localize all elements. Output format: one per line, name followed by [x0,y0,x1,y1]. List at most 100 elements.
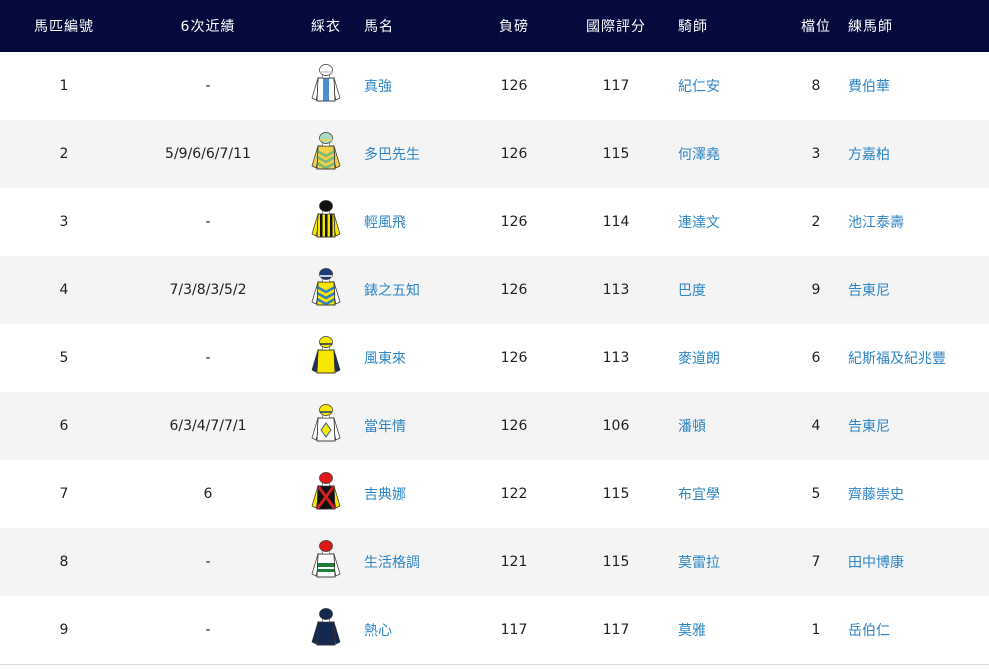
table-row: 3 - 輕風飛 126 114 連達文 2 池江泰壽 [0,188,989,256]
draw: 6 [811,350,821,366]
trainer-cell: 告東尼 [848,256,989,324]
trainer-cell: 告東尼 [848,392,989,460]
horse-name-link[interactable]: 當年情 [364,419,406,435]
trainer-link[interactable]: 田中博康 [848,555,904,571]
jockey-link[interactable]: 紀仁安 [678,79,720,95]
table-row: 5 - 風東來 126 113 麥道朗 6 紀斯福及紀兆豐 [0,324,989,392]
draw: 2 [811,214,821,230]
header-rating[interactable]: 國際評分 [554,0,678,52]
weight: 126 [500,78,528,94]
recent-form: - [205,350,211,366]
jockey-cell: 巴度 [678,256,784,324]
jockey-cell: 紀仁安 [678,52,784,120]
header-horse-number[interactable]: 馬匹編號 [0,0,128,52]
jockey-cell: 何澤堯 [678,120,784,188]
horse-name-link[interactable]: 熱心 [364,623,392,639]
silk-cell [288,528,364,596]
white-blue-check-diamond-silk-icon [309,403,343,445]
horse-name-cell: 多巴先生 [364,120,474,188]
horse-name-link[interactable]: 錶之五知 [364,283,420,299]
recent-form: - [205,78,211,94]
header-weight[interactable]: 負磅 [474,0,554,52]
horse-name-link[interactable]: 輕風飛 [364,215,406,231]
white-body-blue-panel-silk-icon [309,63,343,105]
navy-plain-silk-icon [309,607,343,649]
horse-name-link[interactable]: 真強 [364,79,392,95]
silk-cell [288,52,364,120]
trainer-link[interactable]: 告東尼 [848,283,890,299]
horse-number: 3 [59,214,69,230]
recent-form: 5/9/6/6/7/11 [165,146,251,162]
race-card-table: 馬匹編號 6次近績 綵衣 馬名 負磅 國際評分 騎師 檔位 練馬師 1 - 真強… [0,0,989,665]
jockey-cell: 連達文 [678,188,784,256]
jockey-link[interactable]: 莫雅 [678,623,706,639]
table-row: 2 5/9/6/6/7/11 多巴先生 126 115 何澤堯 3 方嘉柏 [0,120,989,188]
jockey-cell: 莫雷拉 [678,528,784,596]
trainer-link[interactable]: 方嘉柏 [848,147,890,163]
weight: 117 [500,621,528,638]
draw: 9 [811,282,821,298]
recent-form: - [205,554,211,570]
rating: 115 [602,486,630,502]
recent-form: - [205,214,211,230]
rating: 113 [602,282,630,298]
header-last-6-runs[interactable]: 6次近績 [128,0,288,52]
rating: 113 [602,350,630,366]
trainer-link[interactable]: 池江泰壽 [848,215,904,231]
jockey-link[interactable]: 何澤堯 [678,147,720,163]
rating: 106 [602,418,630,434]
table-header-row: 馬匹編號 6次近績 綵衣 馬名 負磅 國際評分 騎師 檔位 練馬師 [0,0,989,52]
jockey-link[interactable]: 巴度 [678,283,706,299]
jockey-link[interactable]: 莫雷拉 [678,555,720,571]
weight: 126 [500,214,528,230]
jockey-link[interactable]: 麥道朗 [678,351,720,367]
header-horse-name[interactable]: 馬名 [364,0,474,52]
horse-name-cell: 生活格調 [364,528,474,596]
yellow-navy-sleeves-silk-icon [309,335,343,377]
rating: 117 [602,621,630,638]
horse-number: 4 [59,282,69,298]
jockey-link[interactable]: 連達文 [678,215,720,231]
trainer-cell: 岳伯仁 [848,596,989,664]
trainer-link[interactable]: 岳伯仁 [848,623,890,639]
rating: 115 [602,146,630,162]
header-draw[interactable]: 檔位 [784,0,848,52]
horse-name-cell: 吉典娜 [364,460,474,528]
horse-name-cell: 錶之五知 [364,256,474,324]
yellow-green-chevrons-silk-icon [309,131,343,173]
jockey-cell: 莫雅 [678,596,784,664]
black-red-cross-silk-icon [309,471,343,513]
yellow-black-stripes-silk-icon [309,199,343,241]
table-row: 8 - 生活格調 121 115 莫雷拉 7 田中博康 [0,528,989,596]
jockey-cell: 麥道朗 [678,324,784,392]
table-row: 7 6 吉典娜 122 115 布宜學 5 齊藤崇史 [0,460,989,528]
jockey-link[interactable]: 潘頓 [678,419,706,435]
horse-name-link[interactable]: 生活格調 [364,555,420,571]
trainer-cell: 費伯華 [848,52,989,120]
silk-cell [288,392,364,460]
jockey-link[interactable]: 布宜學 [678,487,720,503]
header-trainer[interactable]: 練馬師 [848,0,989,52]
header-silks[interactable]: 綵衣 [288,0,364,52]
horse-number: 9 [59,621,69,638]
weight: 126 [500,282,528,298]
trainer-link[interactable]: 費伯華 [848,79,890,95]
horse-number: 8 [59,554,69,570]
horse-name-link[interactable]: 多巴先生 [364,147,420,163]
draw: 5 [811,486,821,502]
horse-name-cell: 真強 [364,52,474,120]
draw: 3 [811,146,821,162]
horse-name-link[interactable]: 風東來 [364,351,406,367]
horse-name-link[interactable]: 吉典娜 [364,487,406,503]
trainer-link[interactable]: 齊藤崇史 [848,487,904,503]
silk-cell [288,324,364,392]
silk-cell [288,596,364,664]
header-jockey[interactable]: 騎師 [678,0,784,52]
horse-number: 1 [59,78,69,94]
table-row: 1 - 真強 126 117 紀仁安 8 費伯華 [0,52,989,120]
trainer-link[interactable]: 紀斯福及紀兆豐 [848,351,946,367]
trainer-link[interactable]: 告東尼 [848,419,890,435]
rating: 115 [602,554,630,570]
table-row: 6 6/3/4/7/7/1 當年情 126 106 潘頓 4 告東尼 [0,392,989,460]
table-row: 9 - 熱心 117 117 莫雅 1 岳伯仁 [0,596,989,664]
